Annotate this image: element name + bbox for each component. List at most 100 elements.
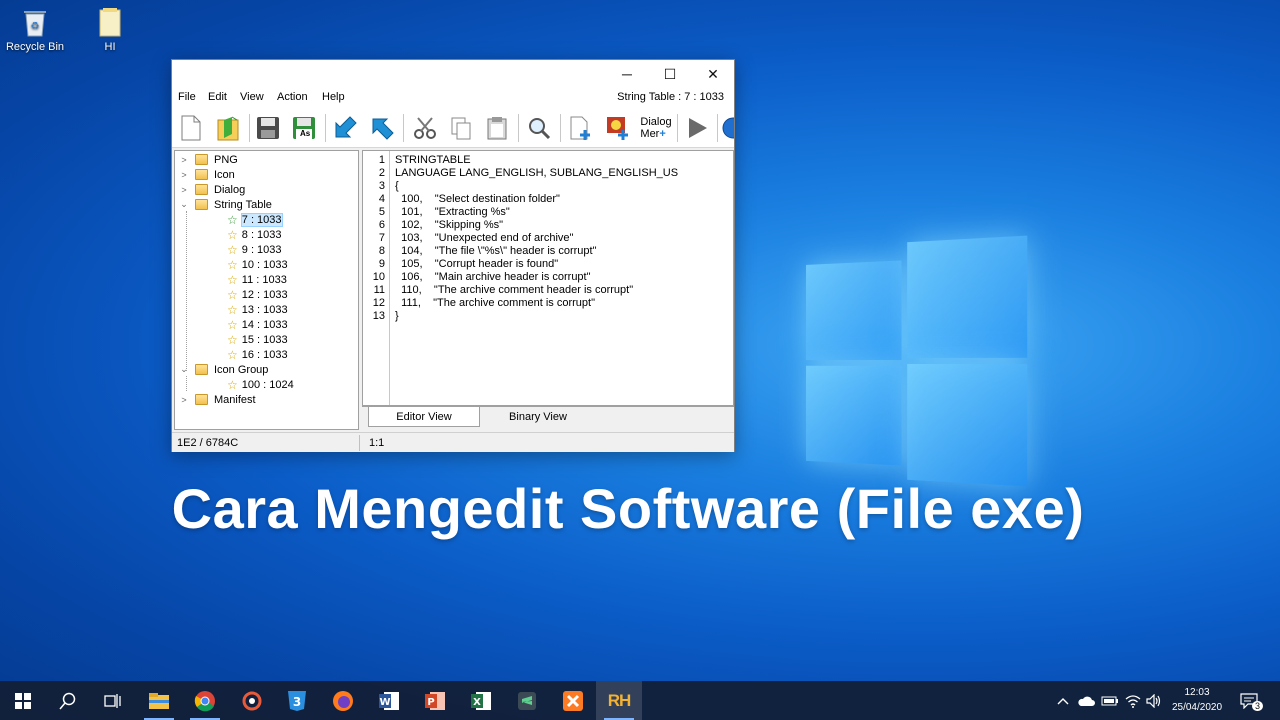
tree-item-string-16[interactable]: ☆ 16 : 1033	[227, 347, 288, 362]
collapse-arrow-icon[interactable]: ⌄	[179, 364, 189, 375]
tree-item-string-9[interactable]: ☆ 9 : 1033	[227, 242, 282, 257]
line-number-gutter: 1 2 3 4 5 6 7 8 9 10 11 12 13	[363, 151, 390, 405]
new-file-button[interactable]	[175, 112, 207, 144]
script-editor[interactable]: 1 2 3 4 5 6 7 8 9 10 11 12 13 STRINGTABL…	[362, 150, 734, 406]
maximize-button[interactable]: ☐	[649, 60, 691, 88]
sublime-icon	[518, 691, 536, 710]
expand-arrow-icon[interactable]: >	[179, 170, 189, 180]
tree-item-string-10[interactable]: ☆ 10 : 1033	[227, 257, 288, 272]
task-view-icon	[104, 693, 121, 708]
video-caption: Cara Mengedit Software (File exe)	[171, 477, 1085, 540]
dialog-menu-button[interactable]: Dialog Mer+	[639, 112, 673, 144]
tree-item-string-12[interactable]: ☆ 12 : 1033	[227, 287, 288, 302]
notification-center-button[interactable]: 3	[1234, 681, 1264, 720]
wifi-button[interactable]	[1122, 681, 1144, 720]
taskbar-css3[interactable]: 3	[274, 681, 320, 720]
start-button[interactable]	[0, 681, 46, 720]
onedrive-button[interactable]	[1075, 681, 1097, 720]
tree-item-png[interactable]: > PNG	[179, 152, 237, 167]
cut-icon	[414, 117, 436, 139]
tree-item-string-11[interactable]: ☆ 11 : 1033	[227, 272, 287, 287]
start-icon	[15, 692, 31, 709]
tab-binary-view[interactable]: Binary View	[482, 407, 594, 427]
taskbar-excel[interactable]: X	[458, 681, 504, 720]
import-button[interactable]	[329, 112, 361, 144]
show-hidden-icons-button[interactable]	[1054, 681, 1072, 720]
svg-text:3: 3	[293, 695, 301, 709]
expand-arrow-icon[interactable]: >	[179, 395, 189, 405]
paste-icon	[487, 117, 507, 140]
desktop-icon-recycle-bin[interactable]: ♻ Recycle Bin	[0, 6, 73, 53]
battery-button[interactable]	[1099, 681, 1121, 720]
chevron-up-icon	[1057, 697, 1069, 704]
taskbar-file-explorer[interactable]	[136, 681, 182, 720]
notification-count-badge: 3	[1252, 701, 1264, 711]
menu-label: Mer	[640, 128, 660, 140]
taskbar-chrome[interactable]	[182, 681, 228, 720]
tree-item-dialog[interactable]: > Dialog	[179, 182, 245, 197]
new-file-icon	[181, 115, 201, 141]
tree-item-icon-group[interactable]: ⌄ Icon Group	[179, 362, 268, 377]
find-button[interactable]	[523, 112, 555, 144]
cut-button[interactable]	[409, 112, 441, 144]
taskbar-xampp[interactable]	[550, 681, 596, 720]
tree-item-string-8[interactable]: ☆ 8 : 1033	[227, 227, 282, 242]
tree-item-string-13[interactable]: ☆ 13 : 1033	[227, 302, 288, 317]
run-button[interactable]	[681, 112, 713, 144]
resource-hacker-window: ─ ☐ ✕ File Edit View Action Help String …	[171, 59, 735, 452]
tree-item-string-15[interactable]: ☆ 15 : 1033	[227, 332, 288, 347]
menu-file[interactable]: File	[178, 91, 196, 103]
status-cursor-position: 1:1	[369, 437, 385, 449]
volume-button[interactable]	[1144, 681, 1164, 720]
taskbar-powerpoint[interactable]: P	[412, 681, 458, 720]
clock-time: 12:03	[1184, 687, 1210, 698]
star-icon: ☆	[227, 242, 238, 257]
menu-view[interactable]: View	[240, 91, 264, 103]
taskbar-word[interactable]: W	[366, 681, 412, 720]
tree-item-manifest[interactable]: > Manifest	[179, 392, 255, 407]
open-button[interactable]	[212, 112, 244, 144]
desktop-icon-hi[interactable]: HI	[72, 6, 148, 53]
clock[interactable]: 12:03 25/04/2020	[1162, 685, 1232, 715]
close-button[interactable]: ✕	[692, 60, 734, 88]
tree-item-string-table[interactable]: ⌄ String Table	[179, 197, 272, 212]
expand-arrow-icon[interactable]: >	[179, 185, 189, 195]
status-offset: 1E2 / 6784C	[177, 437, 239, 449]
resource-tree[interactable]: > PNG > Icon > Dialog ⌄ String Table ☆ 7…	[174, 150, 359, 430]
taskbar-sublime[interactable]	[504, 681, 550, 720]
menu-help[interactable]: Help	[322, 91, 345, 103]
export-button[interactable]	[366, 112, 398, 144]
tree-item-icon[interactable]: > Icon	[179, 167, 234, 182]
star-icon: ☆	[227, 212, 238, 227]
expand-arrow-icon[interactable]: >	[179, 155, 189, 165]
taskbar-resource-hacker[interactable]: RH	[596, 681, 642, 720]
taskbar-firefox[interactable]	[320, 681, 366, 720]
taskbar-app-circle[interactable]	[229, 681, 275, 720]
add-resource-button[interactable]	[565, 112, 597, 144]
title-bar[interactable]: ─ ☐ ✕	[172, 60, 734, 88]
menu-action[interactable]: Action	[277, 91, 308, 103]
search-button[interactable]	[45, 681, 91, 720]
code-line: 110, "The archive comment header is corr…	[395, 284, 634, 296]
code-line: 104, "The file \"%s\" header is corrupt"	[395, 245, 597, 257]
tree-item-string-7[interactable]: ☆ 7 : 1033	[227, 212, 283, 227]
task-view-button[interactable]	[90, 681, 136, 720]
copy-button[interactable]	[445, 112, 477, 144]
export-icon	[372, 118, 394, 140]
import-icon	[335, 116, 357, 138]
star-icon: ☆	[227, 377, 238, 392]
tab-editor-view[interactable]: Editor View	[368, 407, 480, 427]
minimize-button[interactable]: ─	[606, 60, 648, 88]
globe-button[interactable]	[720, 112, 734, 144]
collapse-arrow-icon[interactable]: ⌄	[179, 199, 189, 210]
tree-item-string-14[interactable]: ☆ 14 : 1033	[227, 317, 288, 332]
menu-edit[interactable]: Edit	[208, 91, 227, 103]
search-icon	[59, 692, 76, 709]
menu-bar: File Edit View Action Help String Table …	[172, 88, 734, 108]
tree-item-icon-group-100[interactable]: ☆ 100 : 1024	[227, 377, 294, 392]
save-button[interactable]	[252, 112, 284, 144]
replace-image-button[interactable]	[602, 112, 634, 144]
save-as-button[interactable]: As	[288, 112, 320, 144]
paste-button[interactable]	[481, 112, 513, 144]
view-tabs: Editor View Binary View	[362, 406, 734, 430]
